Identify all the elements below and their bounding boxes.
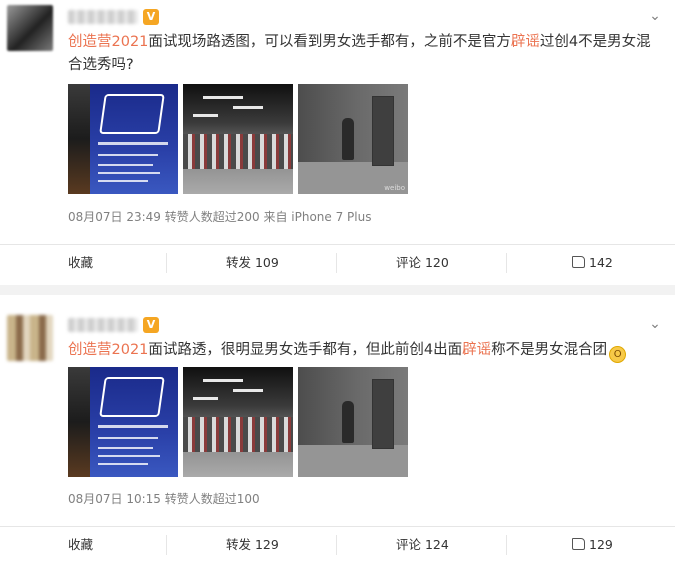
post-text: 创造营2021面试现场路透图，可以看到男女选手都有，之前不是官方辟谣过创4不是男… [68, 31, 653, 77]
post-meta: 08月07日 10:15 转赞人数超过100 [68, 492, 260, 506]
thumbs-up-icon [572, 256, 585, 268]
image-thumbnail-room[interactable] [183, 367, 293, 477]
avatar[interactable] [7, 315, 53, 361]
highlight-link[interactable]: 辟谣 [511, 34, 540, 50]
like-count: 142 [589, 255, 613, 270]
avatar[interactable] [7, 5, 53, 51]
thumbs-up-icon [572, 538, 585, 550]
chevron-down-icon[interactable]: ⌄ [647, 316, 663, 332]
image-thumbnail-room[interactable] [183, 84, 293, 194]
like-button[interactable]: 129 [572, 526, 613, 564]
image-thumbnail-poster[interactable] [68, 84, 178, 194]
username-blurred[interactable] [68, 10, 138, 24]
repost-button[interactable]: 转发 109 [226, 244, 279, 282]
image-thumbnail-corridor[interactable]: weibo [298, 84, 408, 194]
topic-link[interactable]: 创造营2021 [68, 342, 148, 358]
favorite-button[interactable]: 收藏 [68, 526, 93, 564]
comment-button[interactable]: 评论 124 [396, 526, 449, 564]
astonished-emoji-icon: O [609, 346, 627, 363]
vip-badge-icon: V [143, 9, 159, 25]
vip-badge-icon: V [143, 317, 159, 333]
post-text-part: 称不是男女混合团 [491, 342, 608, 358]
favorite-button[interactable]: 收藏 [68, 244, 93, 282]
post-text: 创造营2021面试路透，很明显男女选手都有，但此前创4出面辟谣称不是男女混合团 O [68, 339, 653, 363]
chevron-down-icon[interactable]: ⌄ [647, 8, 663, 24]
repost-button[interactable]: 转发 129 [226, 526, 279, 564]
like-count: 129 [589, 537, 613, 552]
post-text-part: 面试路透，很明显男女选手都有，但此前创4出面 [148, 342, 463, 358]
image-thumbnail-poster[interactable] [68, 367, 178, 477]
highlight-link[interactable]: 辟谣 [462, 342, 491, 358]
topic-link[interactable]: 创造营2021 [68, 34, 148, 50]
post-meta: 08月07日 23:49 转赞人数超过200 来自 iPhone 7 Plus [68, 210, 372, 224]
image-thumbnail-corridor[interactable] [298, 367, 408, 477]
post-text-part: 面试现场路透图，可以看到男女选手都有，之前不是官方 [148, 34, 511, 50]
post-actions: 收藏 转发 109 评论 120 142 [0, 244, 675, 282]
username-blurred[interactable] [68, 318, 138, 332]
post-actions: 收藏 转发 129 评论 124 129 [0, 526, 675, 564]
like-button[interactable]: 142 [572, 244, 613, 282]
comment-button[interactable]: 评论 120 [396, 244, 449, 282]
